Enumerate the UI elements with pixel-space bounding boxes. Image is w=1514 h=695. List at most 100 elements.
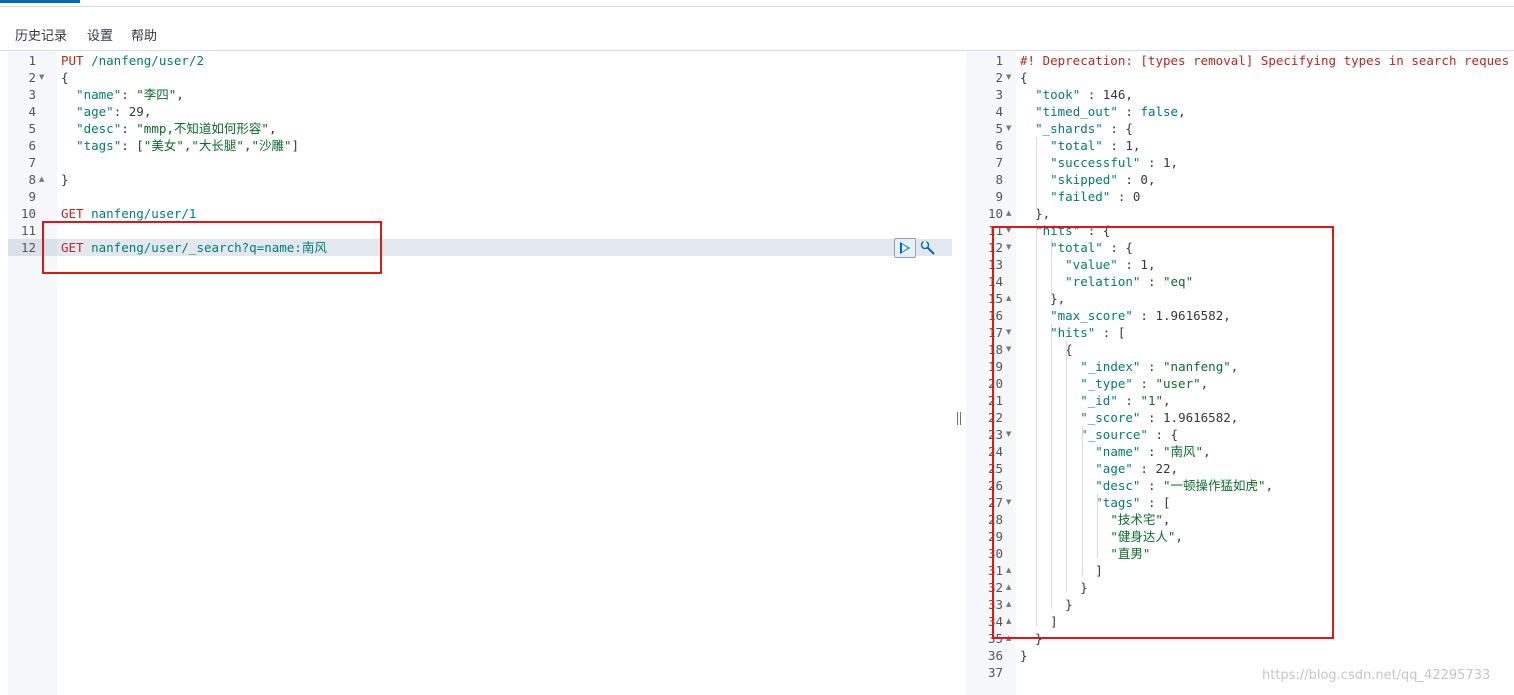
response-code-line: "_index" : "nanfeng", [1080,359,1239,374]
response-code-line: "desc" : "一顿操作猛如虎", [1095,478,1274,493]
watermark: https://blog.csdn.net/qq_42295733 [1262,668,1491,683]
play-icon [900,242,910,254]
fold-expand-icon[interactable]: ▲ [1006,566,1011,574]
response-code-line: "timed_out" : false, [1035,104,1186,119]
response-code-line: "_score" : 1.9616582, [1080,410,1239,425]
response-line-number: 34 [987,614,1003,629]
indent-guide [1051,324,1052,609]
response-line-number: 15 [987,291,1003,306]
request-line-number: 8 [28,172,36,187]
request-code-line: "name": "李四", [76,87,184,102]
request-line-number: 10 [20,206,36,221]
console-menu-bar: 历史记录 设置 帮助 [0,8,1514,51]
fold-expand-icon[interactable]: ▲ [1006,294,1011,302]
fold-expand-icon[interactable]: ▲ [1006,600,1011,608]
response-line-number: 32 [987,580,1003,595]
request-line-number: 3 [28,87,36,102]
settings-menu-item[interactable]: 设置 [87,25,113,44]
indent-guide [1036,222,1037,626]
response-line-number: 8 [995,172,1003,187]
fold-collapse-icon[interactable]: ▼ [1006,345,1011,353]
response-code-line: #! Deprecation: [types removal] Specifyi… [1020,53,1510,68]
response-code-line: } [1020,648,1028,663]
response-code-line: "hits" : { [1035,223,1111,238]
response-code-line: "健身达人", [1110,529,1183,544]
response-line-number: 21 [987,393,1003,408]
request-code-line: GET nanfeng/user/_search?q=name:南风 [61,240,327,255]
fold-collapse-icon[interactable]: ▼ [1006,243,1011,251]
request-editor[interactable]: 1 2 ▼ 3 4 5 6 7 8 ▲ 9 10 11 12 PUT /nanfeng/user/2{ "… [0,52,952,695]
wrench-icon[interactable] [920,240,936,256]
response-line-number: 28 [987,512,1003,527]
response-code-line: "_source" : { [1080,427,1179,442]
response-line-number: 35 [987,631,1003,646]
fold-expand-icon[interactable]: ▲ [1006,617,1011,625]
panel-resize-handle[interactable] [955,412,963,428]
response-code-line: { [1020,70,1028,85]
response-line-number: 16 [987,308,1003,323]
response-line-number: 22 [987,410,1003,425]
top-tab-strip [0,0,1514,7]
fold-expand-icon[interactable]: ▲ [1006,209,1011,217]
response-code-line: "age" : 22, [1095,461,1179,476]
request-line-number: 11 [20,223,36,238]
response-code-line: "skipped" : 0, [1050,172,1156,187]
response-code-line: ] [1020,563,1103,578]
response-code-line: "_id" : "1", [1080,393,1171,408]
response-code-area: #! Deprecation: [types removal] Specifyi… [1016,52,1514,695]
request-line-number: 1 [28,53,36,68]
history-menu-item[interactable]: 历史记录 [15,25,67,44]
request-line-number: 7 [28,155,36,170]
request-code-line: "tags": ["美女","大长腿","沙雕"] [76,138,300,153]
fold-collapse-icon[interactable]: ▼ [1006,430,1011,438]
response-line-number: 24 [987,444,1003,459]
response-line-number: 6 [995,138,1003,153]
response-line-number: 3 [995,87,1003,102]
response-line-number: 31 [987,563,1003,578]
fold-collapse-icon[interactable]: ▼ [1006,73,1011,81]
response-line-number: 25 [987,461,1003,476]
indent-guide [1051,239,1052,296]
request-code-line: } [61,172,69,187]
send-request-button[interactable] [894,238,916,258]
response-code-line: "value" : 1, [1065,257,1156,272]
request-line-number: 12 [20,240,36,255]
response-code-line: "max_score" : 1.9616582, [1050,308,1231,323]
help-menu-item[interactable]: 帮助 [131,25,157,44]
fold-expand-icon[interactable]: ▲ [1006,583,1011,591]
fold-expand-icon[interactable]: ▲ [1006,634,1011,642]
response-line-number: 13 [987,257,1003,272]
request-line-number: 2 [28,70,36,85]
request-code-line: "age": 29, [76,104,152,119]
response-code-line: "took" : 146, [1035,87,1133,102]
response-line-number: 20 [987,376,1003,391]
response-code-line: { [1020,342,1073,357]
response-line-number: 30 [987,546,1003,561]
indent-guide [1097,494,1098,558]
request-line-number: 6 [28,138,36,153]
response-line-number: 5 [995,121,1003,136]
fold-expand-icon[interactable]: ▲ [39,175,44,183]
response-line-number: 36 [987,648,1003,663]
indent-guide [1036,137,1037,210]
response-line-number: 7 [995,155,1003,170]
response-line-number: 33 [987,597,1003,612]
response-code-line: "_type" : "user", [1080,376,1209,391]
response-code-line: }, [1020,291,1066,306]
response-line-number: 10 [987,206,1003,221]
request-code-line: PUT /nanfeng/user/2 [61,53,204,68]
fold-collapse-icon[interactable]: ▼ [1006,226,1011,234]
response-line-number: 19 [987,359,1003,374]
request-line-number: 9 [28,189,36,204]
response-code-line: "tags" : [ [1095,495,1171,510]
response-code-line: "技术宅", [1110,512,1171,527]
fold-collapse-icon[interactable]: ▼ [1006,124,1011,132]
fold-collapse-icon[interactable]: ▼ [1006,498,1011,506]
fold-collapse-icon[interactable]: ▼ [39,73,44,81]
response-code-line: "total" : 1, [1050,138,1141,153]
response-line-number: 11 [987,223,1003,238]
response-line-number: 27 [987,495,1003,510]
fold-collapse-icon[interactable]: ▼ [1006,328,1011,336]
response-line-number: 4 [995,104,1003,119]
request-code-area[interactable]: PUT /nanfeng/user/2 { "name": "李四", "age"… [57,52,952,695]
